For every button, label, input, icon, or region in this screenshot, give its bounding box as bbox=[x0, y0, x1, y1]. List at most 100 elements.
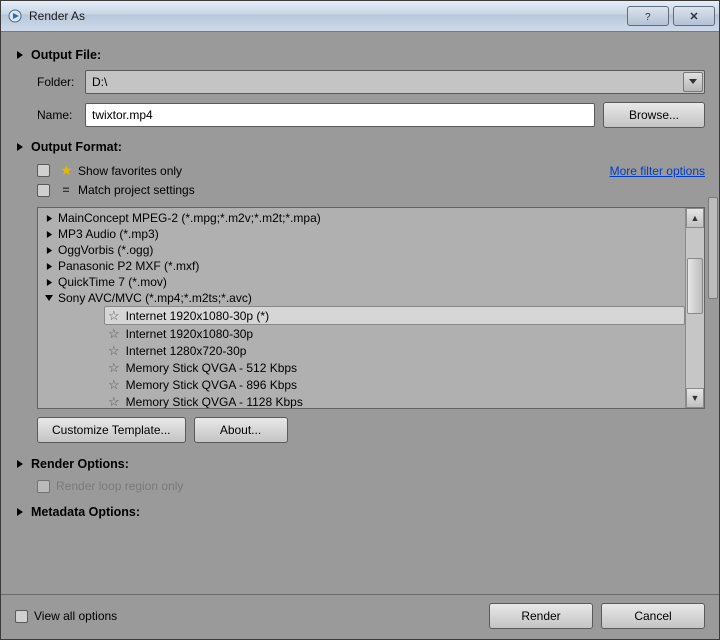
chevron-right-icon bbox=[15, 508, 25, 516]
svg-text:?: ? bbox=[645, 12, 651, 21]
chevron-right-icon bbox=[15, 143, 25, 151]
scroll-down-button[interactable]: ▼ bbox=[686, 388, 704, 408]
preset-item[interactable]: ☆ Memory Stick QVGA - 1128 Kbps bbox=[38, 393, 685, 408]
customize-template-button[interactable]: Customize Template... bbox=[37, 417, 186, 443]
more-filter-options-link[interactable]: More filter options bbox=[610, 164, 705, 178]
close-button[interactable] bbox=[673, 6, 715, 26]
star-outline-icon: ☆ bbox=[108, 326, 120, 342]
body-scroll-thumb[interactable] bbox=[708, 197, 718, 299]
star-icon: ★ bbox=[60, 162, 72, 179]
about-label: About... bbox=[220, 423, 261, 437]
name-row: Name: twixtor.mp4 Browse... bbox=[37, 102, 705, 128]
section-output-format[interactable]: Output Format: bbox=[15, 140, 705, 154]
folder-dropdown-button[interactable] bbox=[683, 72, 703, 92]
format-label: Sony AVC/MVC (*.mp4;*.m2ts;*.avc) bbox=[58, 291, 252, 305]
render-button[interactable]: Render bbox=[489, 603, 593, 629]
preset-item[interactable]: ☆ Memory Stick QVGA - 512 Kbps bbox=[38, 359, 685, 376]
scroll-track[interactable] bbox=[686, 228, 704, 388]
format-item-expanded[interactable]: Sony AVC/MVC (*.mp4;*.m2ts;*.avc) bbox=[38, 290, 685, 306]
chevron-right-icon bbox=[44, 247, 54, 254]
format-label: Panasonic P2 MXF (*.mxf) bbox=[58, 259, 199, 273]
dialog-body: Output File: Folder: D:\ Name: twixtor.m… bbox=[1, 32, 719, 594]
show-favorites-label: Show favorites only bbox=[78, 164, 182, 178]
format-list-container: MainConcept MPEG-2 (*.mpg;*.m2v;*.m2t;*.… bbox=[37, 207, 705, 409]
format-item[interactable]: MainConcept MPEG-2 (*.mpg;*.m2v;*.m2t;*.… bbox=[38, 210, 685, 226]
star-outline-icon: ☆ bbox=[108, 360, 120, 376]
render-as-dialog: Render As ? Output File: Folder: bbox=[0, 0, 720, 640]
chevron-right-icon bbox=[15, 51, 25, 59]
chevron-down-icon bbox=[44, 294, 54, 302]
section-output-format-label: Output Format: bbox=[31, 140, 122, 154]
format-item[interactable]: OggVorbis (*.ogg) bbox=[38, 242, 685, 258]
star-outline-icon: ☆ bbox=[108, 308, 120, 324]
chevron-right-icon bbox=[44, 263, 54, 270]
section-output-file-label: Output File: bbox=[31, 48, 101, 62]
customize-template-label: Customize Template... bbox=[52, 423, 171, 437]
browse-button[interactable]: Browse... bbox=[603, 102, 705, 128]
format-label: MP3 Audio (*.mp3) bbox=[58, 227, 159, 241]
dialog-footer: View all options Render Cancel bbox=[1, 594, 719, 639]
section-metadata-options[interactable]: Metadata Options: bbox=[15, 505, 705, 519]
format-label: QuickTime 7 (*.mov) bbox=[58, 275, 167, 289]
equals-icon: = bbox=[60, 183, 72, 197]
scroll-up-button[interactable]: ▲ bbox=[686, 208, 704, 228]
match-project-label: Match project settings bbox=[78, 183, 195, 197]
chevron-right-icon bbox=[44, 215, 54, 222]
window-title: Render As bbox=[29, 9, 627, 23]
format-item[interactable]: Panasonic P2 MXF (*.mxf) bbox=[38, 258, 685, 274]
star-outline-icon: ☆ bbox=[108, 394, 120, 409]
chevron-right-icon bbox=[44, 279, 54, 286]
scroll-thumb[interactable] bbox=[687, 258, 703, 314]
section-metadata-options-label: Metadata Options: bbox=[31, 505, 140, 519]
show-favorites-checkbox[interactable] bbox=[37, 164, 50, 177]
loop-region-label: Render loop region only bbox=[56, 479, 183, 493]
match-project-checkbox[interactable] bbox=[37, 184, 50, 197]
preset-label: Memory Stick QVGA - 512 Kbps bbox=[126, 361, 297, 375]
preset-item[interactable]: ☆ Internet 1280x720-30p bbox=[38, 342, 685, 359]
cancel-label: Cancel bbox=[634, 609, 671, 623]
titlebar: Render As ? bbox=[1, 1, 719, 32]
show-favorites-row: ★ Show favorites only More filter option… bbox=[37, 162, 705, 179]
preset-label: Memory Stick QVGA - 1128 Kbps bbox=[126, 395, 303, 409]
loop-region-row: Render loop region only bbox=[37, 479, 705, 493]
section-render-options-label: Render Options: bbox=[31, 457, 129, 471]
folder-row: Folder: D:\ bbox=[37, 70, 705, 94]
format-action-row: Customize Template... About... bbox=[37, 417, 705, 443]
section-render-options[interactable]: Render Options: bbox=[15, 457, 705, 471]
name-label: Name: bbox=[37, 108, 85, 122]
match-project-row: = Match project settings bbox=[37, 183, 705, 197]
cancel-button[interactable]: Cancel bbox=[601, 603, 705, 629]
preset-label: Internet 1920x1080-30p (*) bbox=[126, 309, 269, 323]
format-label: OggVorbis (*.ogg) bbox=[58, 243, 153, 257]
folder-value: D:\ bbox=[92, 75, 107, 89]
preset-label: Internet 1280x720-30p bbox=[126, 344, 247, 358]
window-controls: ? bbox=[627, 6, 715, 26]
name-value: twixtor.mp4 bbox=[92, 108, 153, 122]
format-label: MainConcept MPEG-2 (*.mpg;*.m2v;*.m2t;*.… bbox=[58, 211, 321, 225]
preset-item-selected[interactable]: ☆ Internet 1920x1080-30p (*) bbox=[104, 306, 685, 325]
loop-region-checkbox bbox=[37, 480, 50, 493]
view-all-label: View all options bbox=[34, 609, 117, 623]
format-item[interactable]: MP3 Audio (*.mp3) bbox=[38, 226, 685, 242]
folder-label: Folder: bbox=[37, 75, 85, 89]
about-button[interactable]: About... bbox=[194, 417, 288, 443]
preset-item[interactable]: ☆ Internet 1920x1080-30p bbox=[38, 325, 685, 342]
format-list-scrollbar[interactable]: ▲ ▼ bbox=[685, 208, 704, 408]
browse-label: Browse... bbox=[629, 108, 679, 122]
format-list[interactable]: MainConcept MPEG-2 (*.mpg;*.m2v;*.m2t;*.… bbox=[38, 208, 685, 408]
chevron-right-icon bbox=[15, 460, 25, 468]
help-button[interactable]: ? bbox=[627, 6, 669, 26]
render-label: Render bbox=[521, 609, 560, 623]
star-outline-icon: ☆ bbox=[108, 377, 120, 393]
folder-select[interactable]: D:\ bbox=[85, 70, 705, 94]
section-output-file[interactable]: Output File: bbox=[15, 48, 705, 62]
star-outline-icon: ☆ bbox=[108, 343, 120, 359]
name-input[interactable]: twixtor.mp4 bbox=[85, 103, 595, 127]
app-icon bbox=[7, 8, 23, 24]
preset-label: Memory Stick QVGA - 896 Kbps bbox=[126, 378, 297, 392]
chevron-right-icon bbox=[44, 231, 54, 238]
view-all-checkbox[interactable] bbox=[15, 610, 28, 623]
preset-label: Internet 1920x1080-30p bbox=[126, 327, 253, 341]
format-item[interactable]: QuickTime 7 (*.mov) bbox=[38, 274, 685, 290]
preset-item[interactable]: ☆ Memory Stick QVGA - 896 Kbps bbox=[38, 376, 685, 393]
